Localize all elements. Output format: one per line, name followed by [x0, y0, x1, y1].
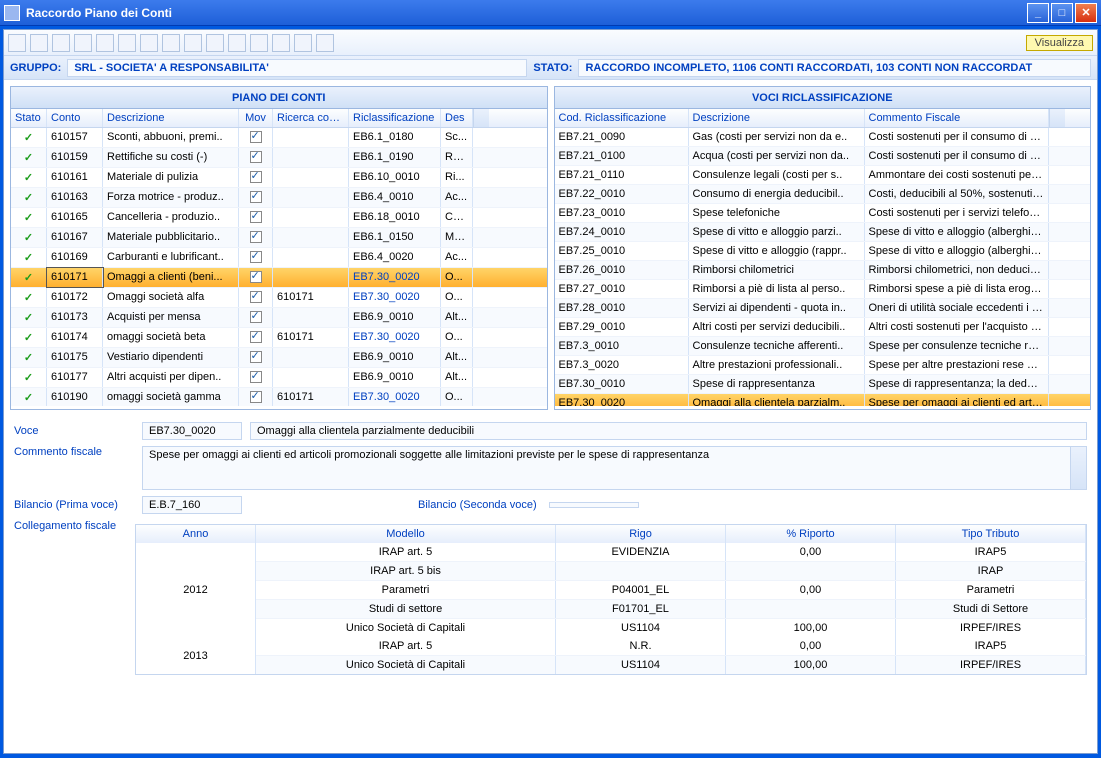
visualizza-badge[interactable]: Visualizza	[1026, 35, 1093, 51]
filter2-icon[interactable]	[250, 34, 268, 52]
minimize-button[interactable]: _	[1027, 3, 1049, 23]
table-row[interactable]: EB7.23_0010Spese telefonicheCosti sosten…	[555, 204, 1091, 223]
commento-field: Spese per omaggi ai clienti ed articoli …	[142, 446, 1087, 490]
table-row[interactable]: ✓610165Cancelleria - produzio..EB6.18_00…	[11, 208, 547, 228]
table-row[interactable]: ✓610173Acquisti per mensaEB6.9_0010Alt..…	[11, 308, 547, 328]
block-icon[interactable]	[206, 34, 224, 52]
table-row[interactable]: Studi di settoreF01701_ELStudi di Settor…	[256, 599, 1086, 618]
voce-desc-field: Omaggi alla clientela parzialmente deduc…	[250, 422, 1087, 440]
table-row[interactable]: EB7.30_0020Omaggi alla clientela parzial…	[555, 394, 1091, 406]
stato-field: RACCORDO INCOMPLETO, 1106 CONTI RACCORDA…	[578, 59, 1091, 77]
right-panel: VOCI RICLASSIFICAZIONE Cod. Riclassifica…	[554, 86, 1092, 410]
table-row[interactable]: ✓610175Vestiario dipendentiEB6.9_0010Alt…	[11, 348, 547, 368]
bilancio1-field: E.B.7_160	[142, 496, 242, 514]
export-icon[interactable]	[294, 34, 312, 52]
user-icon[interactable]	[272, 34, 290, 52]
undo-icon[interactable]	[74, 34, 92, 52]
voce-code-field: EB7.30_0020	[142, 422, 242, 440]
table-row[interactable]: Unico Società di CapitaliUS1104100,00IRP…	[256, 655, 1086, 674]
binoculars-icon[interactable]	[8, 34, 26, 52]
scrollbar[interactable]	[1070, 447, 1086, 489]
flag-icon[interactable]	[162, 34, 180, 52]
anno-cell: 2012	[136, 543, 256, 637]
edit-icon[interactable]	[30, 34, 48, 52]
table-row[interactable]: ✓610157Sconti, abbuoni, premi..EB6.1_018…	[11, 128, 547, 148]
table-row[interactable]: ✓610174omaggi società beta610171EB7.30_0…	[11, 328, 547, 348]
titlebar: Raccordo Piano dei Conti _ □ ✕	[0, 0, 1101, 26]
table-row[interactable]: EB7.29_0010Altri costi per servizi deduc…	[555, 318, 1091, 337]
table-row[interactable]: Unico Società di CapitaliUS1104100,00IRP…	[256, 618, 1086, 637]
table-row[interactable]: ParametriP04001_EL0,00Parametri	[256, 580, 1086, 599]
grid-icon[interactable]	[96, 34, 114, 52]
detail-section: Voce EB7.30_0020 Omaggi alla clientela p…	[4, 416, 1097, 687]
table-row[interactable]: EB7.24_0010Spese di vitto e alloggio par…	[555, 223, 1091, 242]
table-row[interactable]: EB7.21_0090Gas (costi per servizi non da…	[555, 128, 1091, 147]
left-panel-title: PIANO DEI CONTI	[11, 87, 547, 109]
app-icon	[4, 5, 20, 21]
toolbar: Visualizza	[4, 30, 1097, 56]
window-title: Raccordo Piano dei Conti	[26, 6, 1027, 20]
table-row[interactable]: IRAP art. 5 bisIRAP	[256, 561, 1086, 580]
table-row[interactable]: EB7.26_0010Rimborsi chilometriciRimborsi…	[555, 261, 1091, 280]
table-row[interactable]: EB7.25_0010Spese di vitto e alloggio (ra…	[555, 242, 1091, 261]
right-grid-body[interactable]: EB7.21_0090Gas (costi per servizi non da…	[555, 128, 1091, 406]
table-row[interactable]: ✓610163Forza motrice - produz..EB6.4_001…	[11, 188, 547, 208]
left-grid-header: Stato Conto Descrizione Mov Ricerca cont…	[11, 109, 547, 128]
exit-icon[interactable]	[316, 34, 334, 52]
table-row[interactable]: IRAP art. 5EVIDENZIA0,00IRAP5	[256, 543, 1086, 561]
table-row[interactable]: ✓610169Carburanti e lubrificant..EB6.4_0…	[11, 248, 547, 268]
statusbar: GRUPPO: SRL - SOCIETA' A RESPONSABILITA'…	[4, 56, 1097, 80]
commento-label: Commento fiscale	[14, 446, 134, 458]
table-row[interactable]: ✓610177Altri acquisti per dipen..EB6.9_0…	[11, 368, 547, 388]
table-row[interactable]: IRAP art. 5N.R.0,00IRAP5	[256, 637, 1086, 655]
table-row[interactable]: EB7.21_0110Consulenze legali (costi per …	[555, 166, 1091, 185]
left-panel: PIANO DEI CONTI Stato Conto Descrizione …	[10, 86, 548, 410]
table-row[interactable]: EB7.21_0100Acqua (costi per servizi non …	[555, 147, 1091, 166]
maximize-button[interactable]: □	[1051, 3, 1073, 23]
right-grid-header: Cod. Riclassificazione Descrizione Comme…	[555, 109, 1091, 128]
bilancio1-label: Bilancio (Prima voce)	[14, 499, 134, 511]
table-row[interactable]: ✓610161Materiale di puliziaEB6.10_0010Ri…	[11, 168, 547, 188]
table-row[interactable]: EB7.22_0010Consumo di energia deducibil.…	[555, 185, 1091, 204]
bilancio2-field[interactable]	[549, 502, 639, 508]
table-row[interactable]: ✓610172Omaggi società alfa610171EB7.30_0…	[11, 288, 547, 308]
table-row[interactable]: EB7.28_0010Servizi ai dipendenti - quota…	[555, 299, 1091, 318]
anno-cell: 2013	[136, 637, 256, 674]
voce-label: Voce	[14, 425, 134, 437]
right-panel-title: VOCI RICLASSIFICAZIONE	[555, 87, 1091, 109]
save-icon[interactable]	[52, 34, 70, 52]
collegamento-table: Anno Modello Rigo % Riporto Tipo Tributo…	[135, 524, 1087, 675]
table-row[interactable]: EB7.30_0010Spese di rappresentanzaSpese …	[555, 375, 1091, 394]
stato-label: STATO:	[533, 62, 572, 74]
close-button[interactable]: ✕	[1075, 3, 1097, 23]
gruppo-field: SRL - SOCIETA' A RESPONSABILITA'	[67, 59, 527, 77]
grid2-icon[interactable]	[118, 34, 136, 52]
check-icon[interactable]	[184, 34, 202, 52]
table-row[interactable]: EB7.3_0020Altre prestazioni professional…	[555, 356, 1091, 375]
table-row[interactable]: ✓610171Omaggi a clienti (beni...EB7.30_0…	[11, 268, 547, 288]
left-grid-body[interactable]: ✓610157Sconti, abbuoni, premi..EB6.1_018…	[11, 128, 547, 406]
table-row[interactable]: ✓610167Materiale pubblicitario..EB6.1_01…	[11, 228, 547, 248]
table-row[interactable]: ✓610190omaggi società gamma610171EB7.30_…	[11, 388, 547, 406]
table-row[interactable]: EB7.3_0010Consulenze tecniche afferenti.…	[555, 337, 1091, 356]
filter-icon[interactable]	[228, 34, 246, 52]
table-row[interactable]: EB7.27_0010Rimborsi a piè di lista al pe…	[555, 280, 1091, 299]
collegamento-label: Collegamento fiscale	[14, 520, 127, 532]
star-icon[interactable]	[140, 34, 158, 52]
bilancio2-label: Bilancio (Seconda voce)	[418, 499, 537, 511]
gruppo-label: GRUPPO:	[10, 62, 61, 74]
table-row[interactable]: ✓610159Rettifiche su costi (-)EB6.1_0190…	[11, 148, 547, 168]
